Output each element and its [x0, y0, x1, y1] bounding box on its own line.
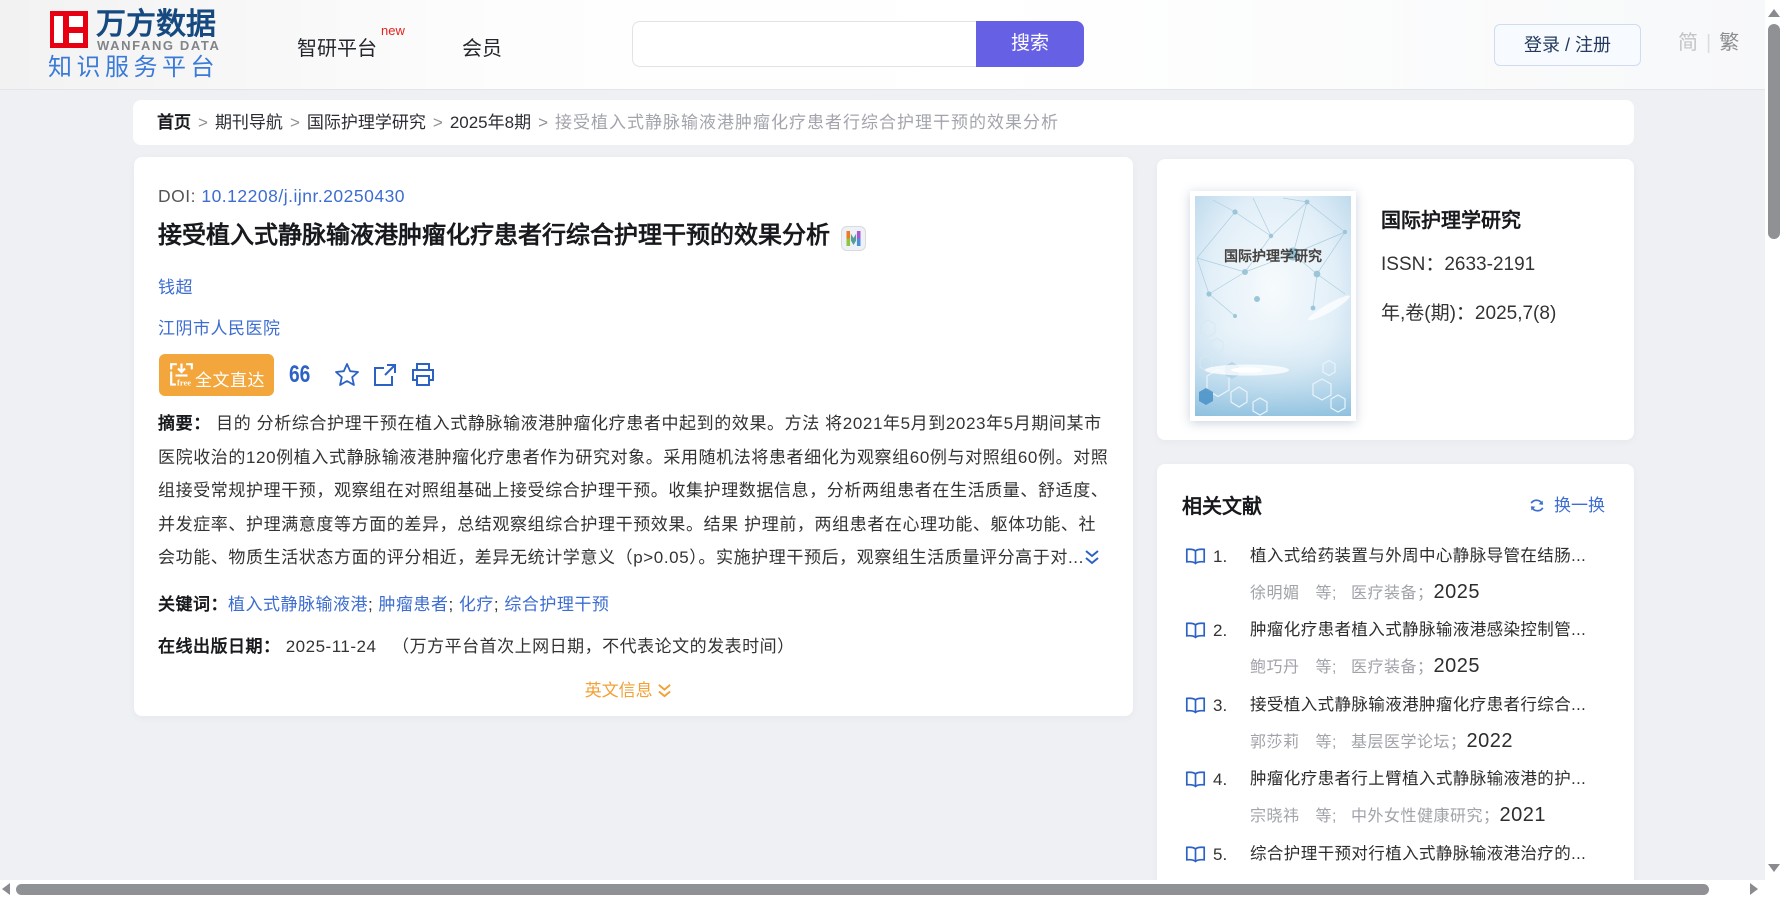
svg-text:free: free: [177, 378, 191, 388]
svg-text:国际护理学研究: 国际护理学研究: [1224, 248, 1322, 264]
